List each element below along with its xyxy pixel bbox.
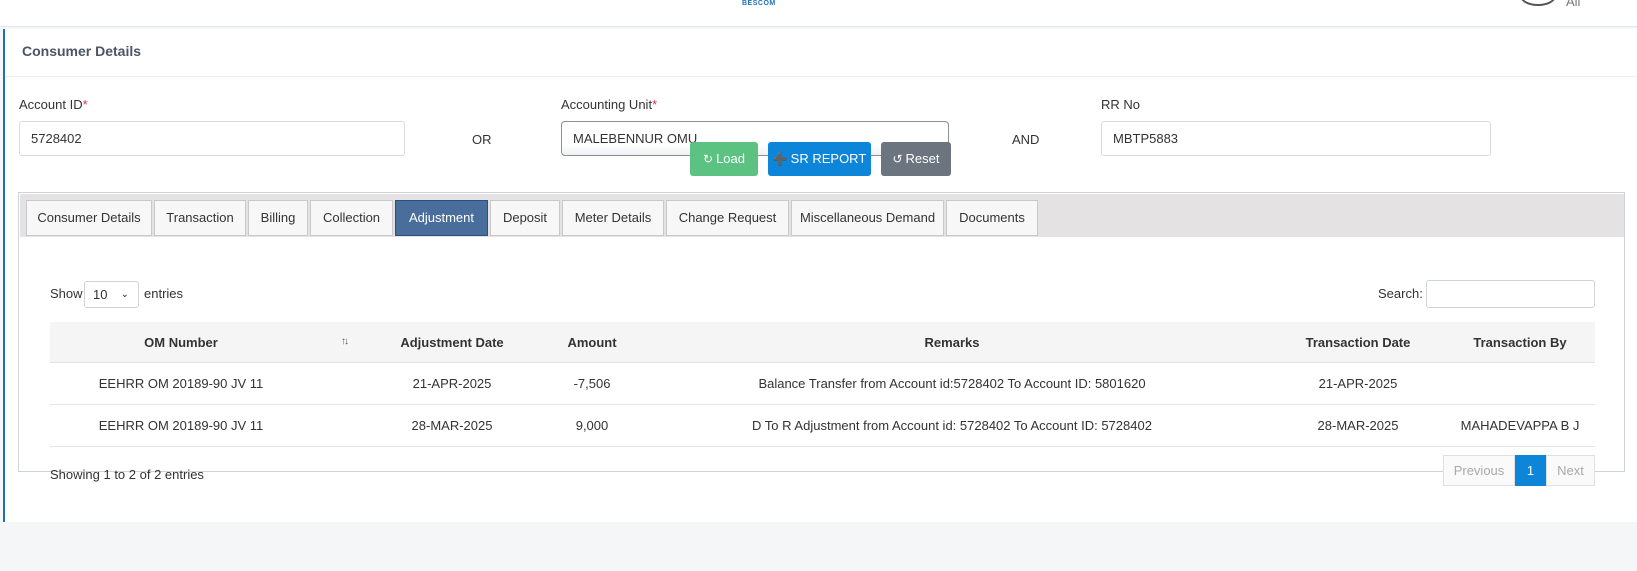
load-button[interactable]: ↻ Load [690, 142, 758, 176]
reset-button[interactable]: ↺ Reset [881, 142, 951, 176]
cell-adjustment-date: 28-MAR-2025 [411, 418, 493, 433]
user-avatar-icon[interactable] [1520, 0, 1556, 6]
accounting-unit-label: Accounting Unit* [561, 97, 658, 112]
tab-documents[interactable]: Documents [946, 200, 1038, 236]
table-row: EEHRR OM 20189-90 JV 11 28-MAR-2025 9,00… [50, 405, 1595, 447]
chevron-down-icon: ⌄ [120, 289, 129, 300]
sr-report-button[interactable]: ➕ SR REPORT [768, 142, 871, 176]
refresh-icon: ↺ [892, 152, 903, 166]
pagination-next-button[interactable]: Next [1546, 455, 1595, 486]
cell-transaction-date: 21-APR-2025 [1318, 376, 1398, 391]
tab-collection[interactable]: Collection [310, 200, 393, 236]
column-header-amount[interactable]: Amount [532, 322, 652, 363]
search-label: Search: [1378, 286, 1423, 301]
user-name[interactable]: All [1566, 0, 1580, 9]
column-header-transaction-by[interactable]: Transaction By [1445, 322, 1595, 363]
tab-meter-details[interactable]: Meter Details [562, 200, 664, 236]
cell-transaction-date: 28-MAR-2025 [1317, 418, 1399, 433]
account-id-input[interactable]: 5728402 [19, 121, 405, 156]
tab-billing[interactable]: Billing [248, 200, 308, 236]
column-header-adjustment-date[interactable]: Adjustment Date [352, 322, 552, 363]
top-bar: BESCOM All [0, 0, 1637, 27]
page-title: Consumer Details [22, 43, 142, 59]
cell-remarks: D To R Adjustment from Account id: 57284… [752, 418, 1152, 433]
pagination-page-1-button[interactable]: 1 [1515, 455, 1546, 486]
cell-amount: -7,506 [573, 376, 611, 391]
tab-adjustment[interactable]: Adjustment [395, 200, 488, 236]
column-header-om-number[interactable]: OM Number [50, 322, 312, 363]
card-divider [5, 76, 1637, 77]
cell-remarks: Balance Transfer from Account id:5728402… [758, 376, 1146, 391]
cell-amount: 9,000 [575, 418, 609, 433]
and-text: AND [1012, 132, 1040, 147]
column-header-remarks[interactable]: Remarks [652, 322, 1252, 363]
tab-strip: Consumer Details Transaction Billing Col… [20, 194, 1624, 237]
search-input[interactable] [1426, 280, 1595, 308]
entries-label: entries [144, 286, 184, 301]
show-label: Show [50, 286, 83, 301]
table-info: Showing 1 to 2 of 2 entries [50, 467, 204, 482]
column-header-transaction-date[interactable]: Transaction Date [1258, 322, 1458, 363]
cell-om-number: EEHRR OM 20189-90 JV 11 [98, 418, 264, 433]
cell-transaction-by: MAHADEVAPPA B J [1460, 418, 1580, 433]
cell-om-number: EEHRR OM 20189-90 JV 11 [98, 376, 264, 391]
rr-no-input[interactable]: MBTP5883 [1101, 121, 1491, 156]
rr-no-label: RR No [1101, 97, 1141, 112]
cell-adjustment-date: 21-APR-2025 [412, 376, 492, 391]
tab-transaction[interactable]: Transaction [154, 200, 246, 236]
cell-transaction-by [1445, 363, 1595, 405]
tab-deposit[interactable]: Deposit [490, 200, 560, 236]
page-size-select[interactable]: 10 ⌄ [84, 281, 139, 308]
download-circle-icon: ➕ [772, 152, 788, 166]
spinner-icon: ↻ [703, 152, 714, 166]
table-header: OM Number ↑↓ Adjustment Date Amount Rema… [50, 322, 1595, 363]
tab-miscellaneous-demand[interactable]: Miscellaneous Demand [791, 200, 944, 236]
bescom-logo: BESCOM [742, 0, 776, 7]
tab-change-request[interactable]: Change Request [666, 200, 789, 236]
sort-icon[interactable]: ↑↓ [341, 336, 349, 347]
account-id-label: Account ID* [19, 97, 88, 112]
table-row: EEHRR OM 20189-90 JV 11 21-APR-2025 -7,5… [50, 363, 1595, 405]
or-text: OR [472, 132, 492, 147]
pagination-previous-button[interactable]: Previous [1443, 455, 1515, 486]
tab-consumer-details[interactable]: Consumer Details [26, 200, 152, 236]
